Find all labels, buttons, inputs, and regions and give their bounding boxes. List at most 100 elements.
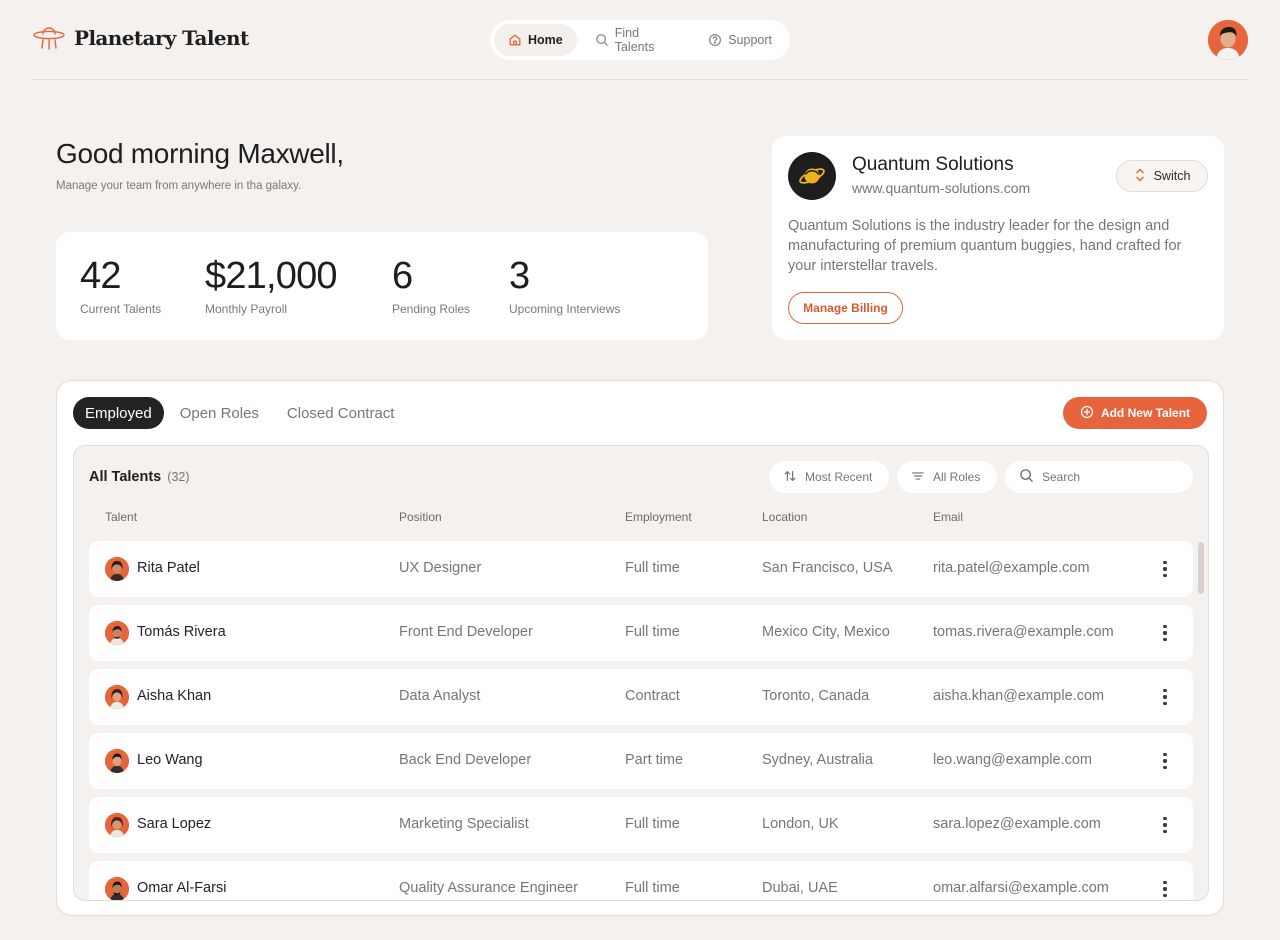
table-row[interactable]: Rita Patel UX Designer Full time San Fra… (89, 541, 1193, 597)
switch-label: Switch (1153, 169, 1191, 183)
talent-name: Leo Wang (137, 752, 203, 768)
table-row[interactable]: Leo Wang Back End Developer Part time Sy… (89, 733, 1193, 789)
greeting-title: Good morning Maxwell, (56, 138, 344, 169)
talent-employment: Full time (625, 880, 680, 896)
company-url[interactable]: www.quantum-solutions.com (852, 180, 1030, 196)
filter-icon (911, 469, 925, 486)
search-input[interactable]: Search (1005, 461, 1193, 493)
talent-email[interactable]: tomas.rivera@example.com (933, 624, 1114, 640)
tab-closed-contract[interactable]: Closed Contract (275, 397, 407, 429)
more-options-icon[interactable] (1157, 749, 1173, 773)
stat-value: $21,000 (205, 255, 338, 297)
help-circle-icon (708, 33, 722, 47)
more-options-icon[interactable] (1157, 685, 1173, 709)
table-title-text: All Talents (89, 469, 162, 485)
talent-position: Front End Developer (399, 624, 533, 640)
planet-icon (788, 152, 836, 200)
table-row[interactable]: Sara Lopez Marketing Specialist Full tim… (89, 797, 1193, 853)
stat-label: Pending Roles (392, 302, 471, 316)
nav-find-talents-label: Find Talents (614, 26, 655, 54)
add-new-talent-button[interactable]: Add New Talent (1063, 397, 1207, 429)
add-new-talent-label: Add New Talent (1100, 406, 1191, 420)
search-icon (595, 33, 609, 47)
talent-email[interactable]: sara.lopez@example.com (933, 816, 1101, 832)
talent-employment: Full time (625, 816, 680, 832)
tab-open-roles[interactable]: Open Roles (168, 397, 271, 429)
tab-employed[interactable]: Employed (73, 397, 164, 429)
column-header-email: Email (933, 510, 964, 524)
plus-circle-icon (1080, 405, 1094, 422)
talent-location: Toronto, Canada (762, 688, 870, 704)
talent-position: Back End Developer (399, 752, 532, 768)
talent-location: Mexico City, Mexico (762, 624, 890, 640)
talent-employment: Full time (625, 560, 680, 576)
talent-avatar (105, 877, 129, 900)
role-filter-dropdown[interactable]: All Roles (897, 461, 997, 493)
stat-pending-roles: 6 Pending Roles (392, 254, 470, 316)
talent-email[interactable]: omar.alfarsi@example.com (933, 880, 1109, 896)
column-header-employment: Employment (625, 510, 692, 524)
company-name: Quantum Solutions (852, 154, 1014, 175)
talent-tabs: Employed Open Roles Closed Contract (73, 397, 406, 429)
talent-email[interactable]: aisha.khan@example.com (933, 688, 1104, 704)
more-options-icon[interactable] (1157, 877, 1173, 900)
talent-location: Dubai, UAE (762, 880, 838, 896)
more-options-icon[interactable] (1157, 621, 1173, 645)
talent-employment: Part time (625, 752, 684, 768)
talent-name: Tomás Rivera (137, 624, 226, 640)
stat-value: 6 (392, 255, 413, 297)
talent-avatar (105, 557, 129, 581)
talent-name: Sara Lopez (137, 816, 212, 832)
talent-avatar (105, 813, 129, 837)
table-scrollbar[interactable] (1198, 542, 1204, 594)
search-placeholder: Search (1042, 470, 1081, 484)
talents-table: All Talents (32) Most Recent All Roles S… (73, 445, 1209, 901)
table-row[interactable]: Aisha Khan Data Analyst Contract Toronto… (89, 669, 1193, 725)
talent-avatar (105, 621, 129, 645)
table-row[interactable]: Tomás Rivera Front End Developer Full ti… (89, 605, 1193, 661)
nav-support-label: Support (728, 33, 772, 47)
company-description: Quantum Solutions is the industry leader… (788, 218, 1182, 274)
table-row[interactable]: Omar Al-Farsi Quality Assurance Engineer… (89, 861, 1193, 900)
main-nav: Home Find Talents Support (490, 20, 790, 60)
talent-name: Aisha Khan (137, 688, 212, 704)
nav-find-talents[interactable]: Find Talents (581, 24, 690, 56)
nav-support[interactable]: Support (694, 24, 786, 56)
manage-billing-button[interactable]: Manage Billing (788, 292, 903, 324)
talent-email[interactable]: leo.wang@example.com (933, 752, 1092, 768)
nav-home[interactable]: Home (494, 24, 577, 56)
nav-home-label: Home (528, 33, 563, 47)
stat-label: Current Talents (80, 302, 162, 316)
chevron-up-down-icon (1134, 167, 1146, 186)
talent-email[interactable]: rita.patel@example.com (933, 560, 1090, 576)
column-header-talent: Talent (105, 510, 138, 524)
talent-employment: Contract (625, 688, 680, 704)
talent-location: London, UK (762, 816, 839, 832)
ufo-icon (32, 24, 66, 52)
talent-avatar (105, 749, 129, 773)
more-options-icon[interactable] (1157, 557, 1173, 581)
company-card: Quantum Solutions www.quantum-solutions.… (772, 136, 1224, 340)
stat-monthly-payroll: $21,000 Monthly Payroll (205, 254, 338, 316)
sort-icon (783, 469, 797, 486)
talent-position: Data Analyst (399, 688, 481, 704)
switch-company-button[interactable]: Switch (1116, 160, 1208, 192)
sort-dropdown[interactable]: Most Recent (769, 461, 889, 493)
talent-location: San Francisco, USA (762, 560, 893, 576)
brand-name: Planetary Talent (74, 26, 249, 50)
user-avatar[interactable] (1208, 20, 1248, 60)
talent-position: UX Designer (399, 560, 482, 576)
brand-logo[interactable]: Planetary Talent (32, 24, 249, 52)
filter-label: All Roles (933, 470, 981, 484)
talent-name: Omar Al-Farsi (137, 880, 227, 896)
talent-position: Quality Assurance Engineer (399, 880, 578, 896)
greeting-subtitle: Manage your team from anywhere in tha ga… (56, 180, 302, 192)
home-icon (508, 33, 522, 47)
stat-label: Upcoming Interviews (509, 302, 621, 316)
column-header-position: Position (399, 510, 442, 524)
more-options-icon[interactable] (1157, 813, 1173, 837)
talent-location: Sydney, Australia (762, 752, 873, 768)
greeting-section: Good morning Maxwell, Manage your team f… (56, 138, 344, 192)
stat-label: Monthly Payroll (205, 302, 288, 316)
search-icon (1019, 468, 1034, 486)
